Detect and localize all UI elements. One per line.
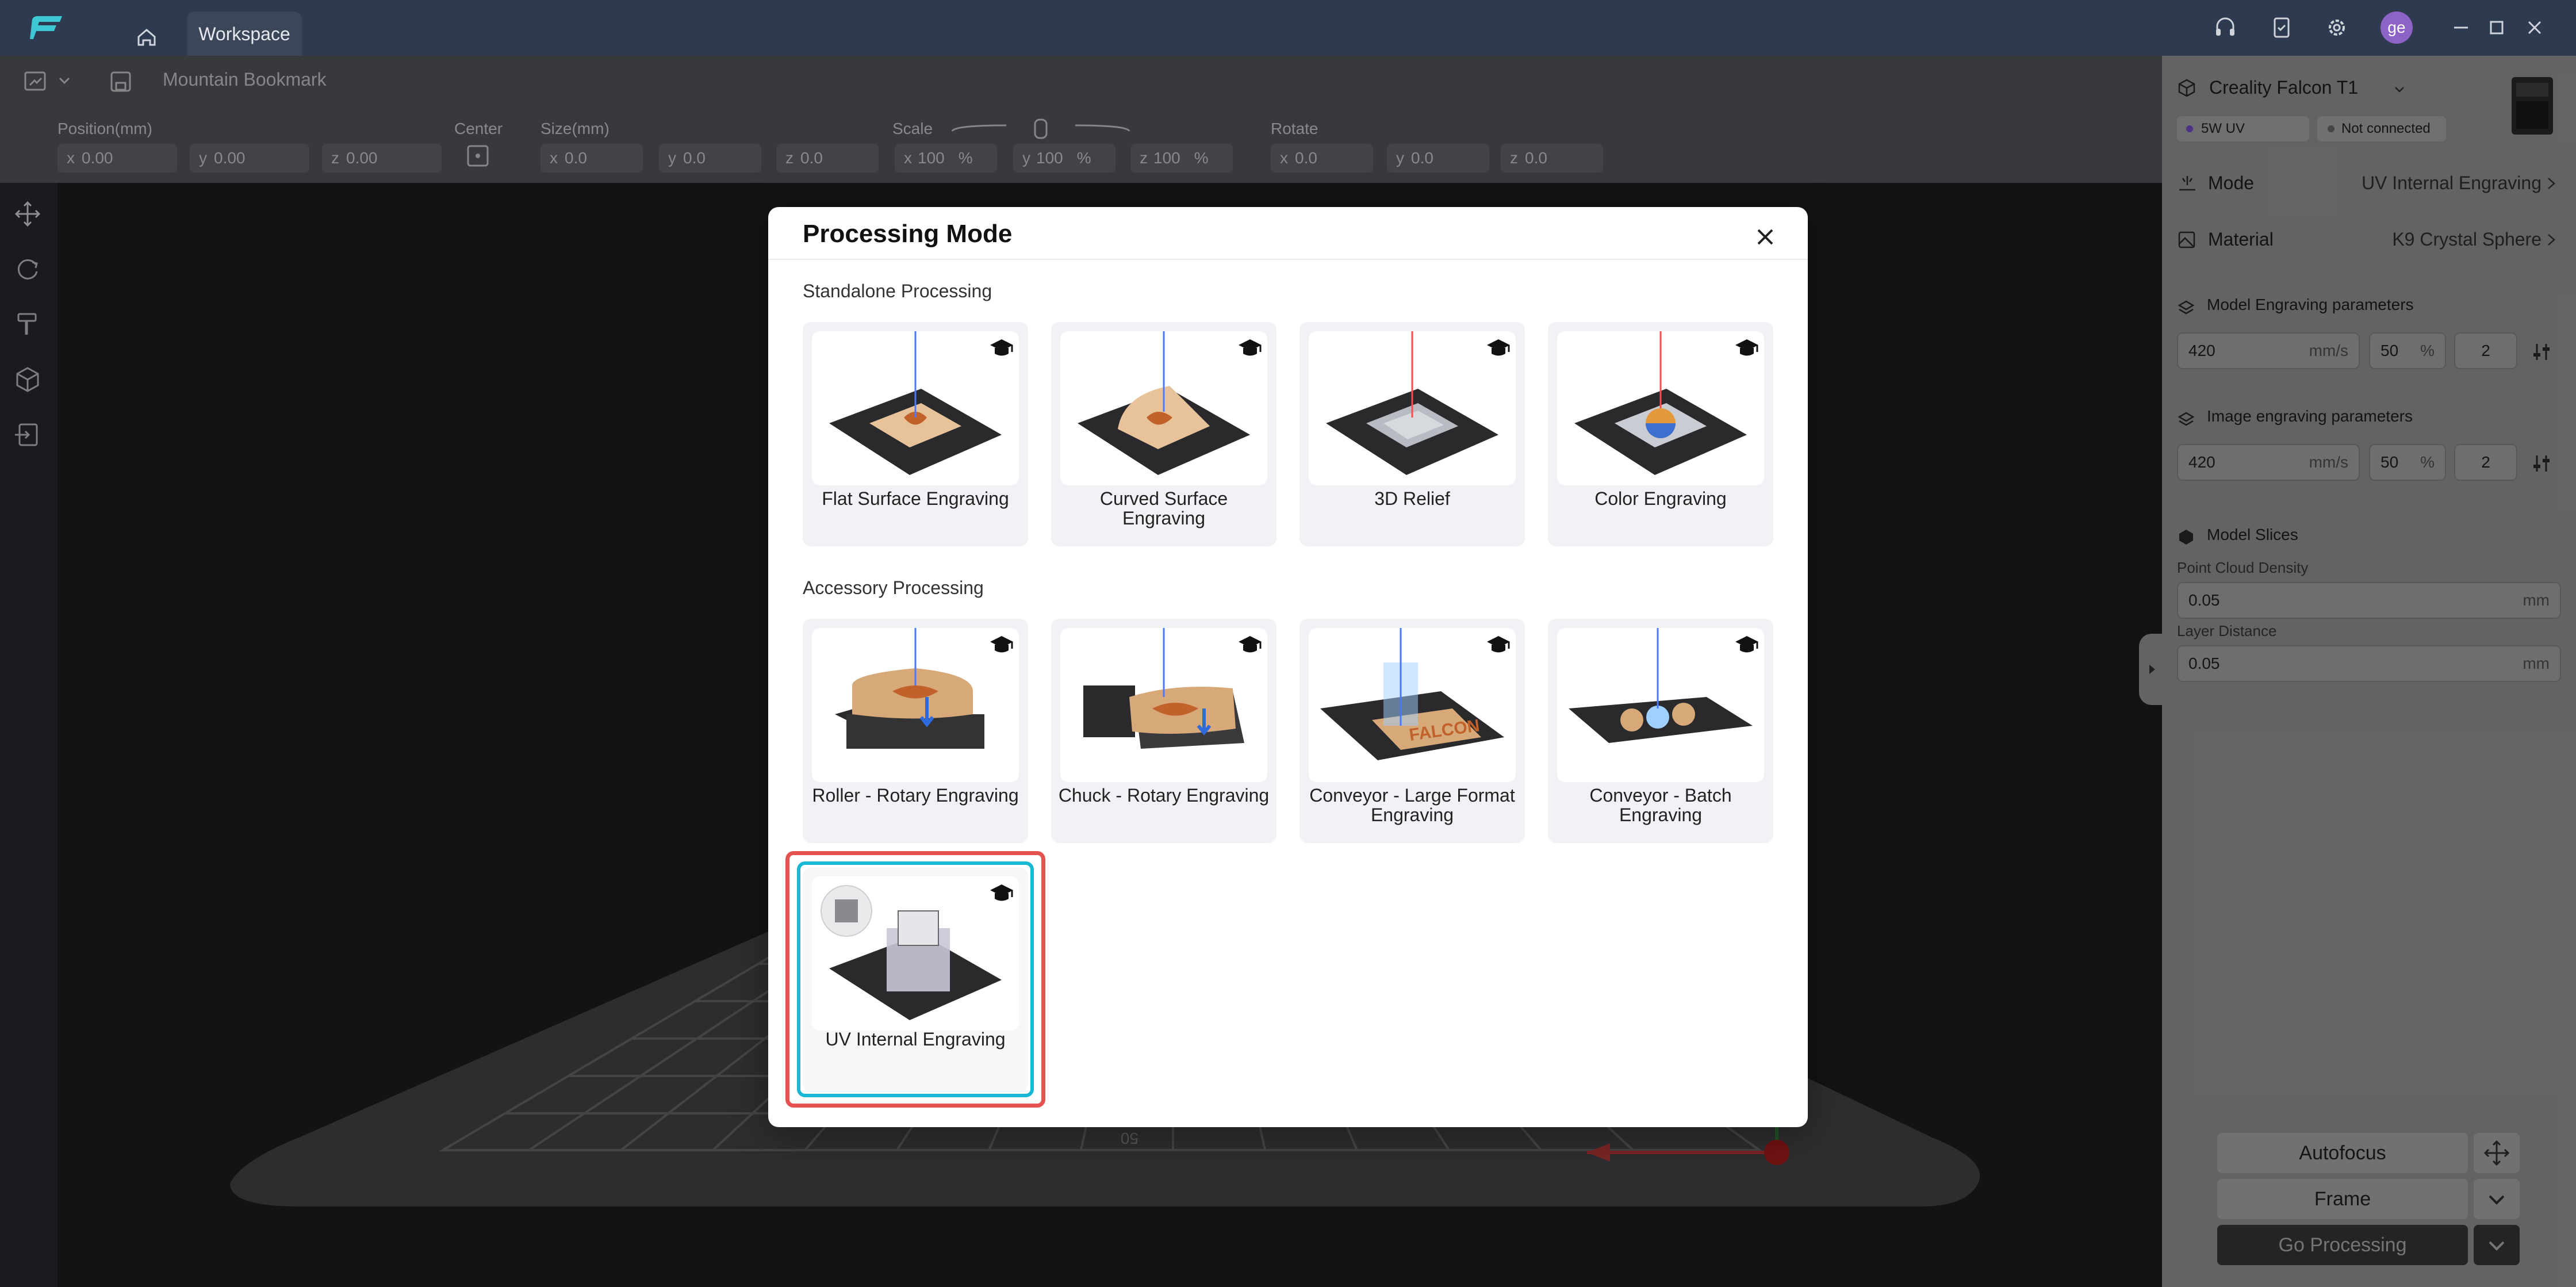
tutorial-cap-icon[interactable]: [1486, 633, 1511, 658]
flat-surface-illustration: [812, 331, 1019, 485]
curved-surface-illustration: [1060, 331, 1267, 485]
dialog-title: Processing Mode: [803, 220, 1013, 248]
conveyor-large-illustration: FALCON: [1309, 628, 1516, 782]
highlight-annotation-box: [785, 851, 1045, 1108]
settings-gear-icon[interactable]: [2323, 14, 2351, 41]
chuck-rotary-illustration: [1060, 628, 1267, 782]
accessory-section-title: Accessory Processing: [803, 577, 984, 598]
mode-card-label: Conveyor - Large Format Engraving: [1309, 785, 1515, 825]
maximize-icon[interactable]: [2483, 14, 2510, 41]
tutorial-cap-icon[interactable]: [989, 336, 1014, 361]
title-bar: [0, 0, 2576, 56]
color-engraving-illustration: [1557, 331, 1764, 485]
mode-card-label: Roller - Rotary Engraving: [812, 785, 1019, 806]
home-tab[interactable]: [118, 12, 175, 56]
3d-relief-illustration: [1309, 331, 1516, 485]
mode-card-3d-relief[interactable]: 3D Relief: [1300, 322, 1525, 546]
close-window-icon[interactable]: [2521, 14, 2548, 41]
tutorial-cap-icon[interactable]: [989, 633, 1014, 658]
tutorial-cap-icon[interactable]: [1734, 633, 1759, 658]
mode-card-label: Flat Surface Engraving: [822, 488, 1009, 509]
app-logo-icon: [30, 14, 64, 40]
mode-card-label: Chuck - Rotary Engraving: [1058, 785, 1270, 806]
standalone-section-title: Standalone Processing: [803, 281, 992, 301]
mode-card-curved-surface[interactable]: Curved Surface Engraving: [1051, 322, 1276, 546]
tutorial-cap-icon[interactable]: [1237, 633, 1263, 658]
mode-card-conveyor-batch[interactable]: Conveyor - Batch Engraving: [1548, 619, 1773, 843]
mode-card-chuck-rotary[interactable]: Chuck - Rotary Engraving: [1051, 619, 1276, 843]
task-list-icon[interactable]: [2268, 14, 2295, 41]
mode-card-color-engraving[interactable]: Color Engraving: [1548, 322, 1773, 546]
workspace-tab[interactable]: Workspace: [187, 12, 302, 56]
mode-card-flat-surface[interactable]: Flat Surface Engraving: [803, 322, 1028, 546]
mode-card-roller-rotary[interactable]: Roller - Rotary Engraving: [803, 619, 1028, 843]
user-avatar[interactable]: ge: [2380, 12, 2413, 44]
mode-card-label: 3D Relief: [1374, 488, 1450, 509]
roller-rotary-illustration: [812, 628, 1019, 782]
dialog-divider: [768, 259, 1808, 260]
mode-card-conveyor-large[interactable]: FALCON Conveyor - Large Format Engraving: [1300, 619, 1525, 843]
tutorial-cap-icon[interactable]: [1486, 336, 1511, 361]
tutorial-cap-icon[interactable]: [1237, 336, 1263, 361]
mode-card-label: Curved Surface Engraving: [1099, 488, 1228, 528]
close-icon[interactable]: [1749, 221, 1781, 253]
mode-card-label: Color Engraving: [1594, 488, 1727, 509]
conveyor-batch-illustration: [1557, 628, 1764, 782]
tutorial-cap-icon[interactable]: [1734, 336, 1759, 361]
mode-card-label: Conveyor - Batch Engraving: [1589, 785, 1732, 825]
minimize-icon[interactable]: [2447, 14, 2475, 41]
support-headset-icon[interactable]: [2211, 14, 2239, 41]
